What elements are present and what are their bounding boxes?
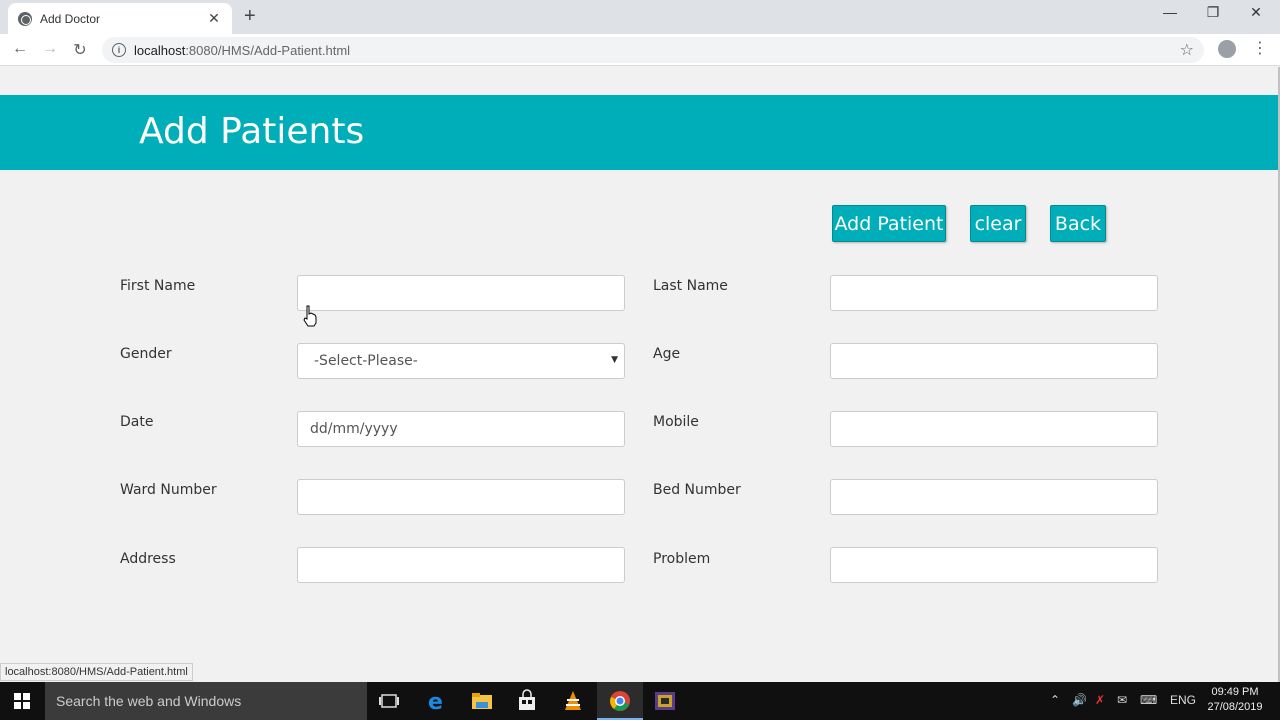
window-close-icon[interactable]: ✕: [1246, 4, 1266, 21]
vlc-icon[interactable]: [561, 689, 585, 713]
ward-number-input[interactable]: [297, 479, 625, 515]
chevron-up-icon[interactable]: ⌃: [1050, 693, 1060, 707]
age-label: Age: [653, 346, 681, 362]
clock-date: 27/08/2019: [1207, 701, 1263, 713]
reload-icon[interactable]: ↻: [70, 40, 90, 60]
edge-browser-icon[interactable]: e: [425, 689, 449, 713]
url-host: localhost: [134, 42, 186, 58]
browser-tab[interactable]: Add Doctor ✕: [8, 3, 232, 34]
mobile-label: Mobile: [653, 414, 699, 430]
clock-time: 09:49 PM: [1211, 686, 1259, 698]
profile-avatar-icon[interactable]: [1218, 40, 1236, 58]
date-placeholder: dd/mm/yyyy: [310, 421, 398, 437]
globe-icon: [18, 11, 32, 26]
caret-down-icon: ▼: [611, 355, 618, 365]
date-input[interactable]: dd/mm/yyyy: [297, 411, 625, 447]
notification-icon[interactable]: ✉: [1117, 693, 1127, 707]
bed-number-input[interactable]: [830, 479, 1158, 515]
tab-title: Add Doctor: [40, 11, 101, 26]
restore-icon[interactable]: ❐: [1203, 4, 1223, 21]
bed-number-label: Bed Number: [653, 482, 741, 498]
store-icon[interactable]: [515, 689, 539, 713]
file-explorer-icon[interactable]: [470, 689, 494, 713]
age-input[interactable]: [830, 343, 1158, 379]
forward-arrow-icon[interactable]: →: [40, 40, 60, 58]
new-tab-button[interactable]: +: [244, 5, 256, 28]
back-button[interactable]: Back: [1050, 205, 1106, 242]
mobile-input[interactable]: [830, 411, 1158, 447]
minimize-icon[interactable]: —: [1160, 4, 1180, 20]
last-name-label: Last Name: [653, 278, 728, 294]
volume-icon[interactable]: 🔊: [1072, 693, 1087, 707]
language-indicator[interactable]: ENG: [1170, 693, 1196, 707]
taskbar-search-input[interactable]: Search the web and Windows: [45, 682, 367, 720]
status-url-tooltip: localhost:8080/HMS/Add-Patient.html: [0, 663, 193, 681]
url-path: :8080/HMS/Add-Patient.html: [185, 42, 351, 58]
keyboard-icon[interactable]: ⌨: [1140, 693, 1157, 707]
task-view-icon[interactable]: [378, 689, 402, 713]
chrome-icon[interactable]: [608, 689, 632, 713]
windows-start-icon[interactable]: [14, 693, 30, 709]
address-input[interactable]: [297, 547, 625, 583]
problem-input[interactable]: [830, 547, 1158, 583]
gender-selected-value: -Select-Please-: [314, 353, 418, 369]
back-arrow-icon[interactable]: ←: [10, 40, 30, 58]
close-tab-icon[interactable]: ✕: [206, 10, 222, 27]
first-name-label: First Name: [120, 278, 196, 294]
windows-taskbar: Search the web and Windows e ⌃ 🔊 ✗ ✉ ⌨ E…: [0, 682, 1280, 720]
hand-cursor-icon: [303, 305, 317, 327]
url-bar[interactable]: i localhost:8080/HMS/Add-Patient.html ☆: [102, 37, 1204, 63]
bookmark-star-icon[interactable]: ☆: [1180, 40, 1194, 60]
menu-kebab-icon[interactable]: ⋮: [1252, 38, 1268, 58]
app-icon[interactable]: [653, 689, 677, 713]
system-clock[interactable]: 09:49 PM 27/08/2019: [1200, 685, 1270, 715]
gender-label: Gender: [120, 346, 172, 362]
page-content: Add Patients Add Patient clear Back Firs…: [0, 67, 1278, 682]
date-label: Date: [120, 414, 154, 430]
clear-button[interactable]: clear: [970, 205, 1026, 242]
info-icon[interactable]: i: [112, 43, 126, 57]
address-bar-row: ← → ↻ i localhost:8080/HMS/Add-Patient.h…: [0, 34, 1280, 66]
address-label: Address: [120, 551, 176, 567]
add-patient-button[interactable]: Add Patient: [832, 205, 946, 242]
page-title: Add Patients: [139, 111, 365, 152]
first-name-input[interactable]: [297, 275, 625, 311]
gender-select[interactable]: -Select-Please- ▼: [297, 343, 625, 379]
svg-text:e: e: [428, 690, 443, 713]
header-band: Add Patients: [0, 95, 1278, 170]
ward-number-label: Ward Number: [120, 482, 217, 498]
network-icon[interactable]: ✗: [1095, 693, 1105, 707]
last-name-input[interactable]: [830, 275, 1158, 311]
problem-label: Problem: [653, 551, 711, 567]
browser-tab-bar: Add Doctor ✕ + — ❐ ✕: [0, 0, 1280, 34]
